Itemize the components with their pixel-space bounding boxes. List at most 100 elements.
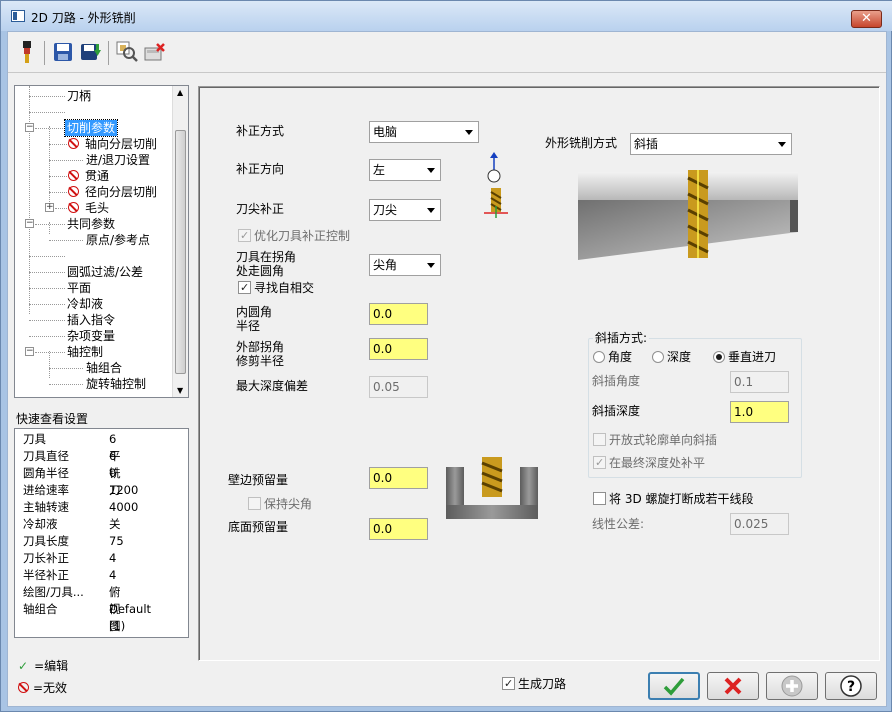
window-title: 2D 刀路 - 外形铣削 xyxy=(31,11,136,25)
save-icon[interactable] xyxy=(50,38,76,66)
invalid-icon xyxy=(68,186,79,197)
comp-dir-label: 补正方向 xyxy=(236,162,285,176)
tree-item-axis-combination[interactable]: 轴组合 xyxy=(86,360,122,376)
ramp-angle-input[interactable]: 0.1 xyxy=(730,371,789,393)
quickview-row: 绘图/刀具... 俯视图 xyxy=(23,585,121,633)
quickview-row: 主轴转速 4000 xyxy=(23,500,139,514)
tree-item-coolant[interactable]: 冷却液 xyxy=(67,296,103,312)
dialog-client: 刀柄 − 切削参数 轴向分层切削 进/退刀设置 贯通 径向分层切削 + 毛头 −… xyxy=(7,31,887,707)
ramp-angle-radio[interactable]: 角度 xyxy=(593,350,632,365)
quickview-row: 刀具 6 平铣刀 xyxy=(23,432,121,497)
comp-type-select[interactable]: 电脑 xyxy=(369,121,479,143)
corner-label-2: 处走圆角 xyxy=(236,264,285,278)
ramp-depth-input[interactable]: 1.0 xyxy=(730,401,789,423)
plus-icon xyxy=(781,675,803,697)
help-icon: ? xyxy=(840,675,862,697)
linear-tol-label: 线性公差: xyxy=(592,517,645,531)
collapse-icon[interactable]: − xyxy=(25,219,34,228)
add-button[interactable] xyxy=(766,672,818,700)
invalid-icon xyxy=(68,170,79,181)
tree-item-lead-in-out[interactable]: 进/退刀设置 xyxy=(86,152,150,168)
tree-item-axis-control[interactable]: 轴控制 xyxy=(67,344,103,360)
wall-stock-input[interactable]: 0.0 xyxy=(369,467,428,489)
outer-trim-input[interactable]: 0.0 xyxy=(369,338,428,360)
toolbar xyxy=(14,38,194,68)
tree-item-linking[interactable]: 共同参数 xyxy=(67,216,115,232)
comp-type-label: 补正方式 xyxy=(236,124,285,138)
quickview-row: 轴组合 Default (1) xyxy=(23,602,152,633)
tree-item-canned-text[interactable]: 插入指令 xyxy=(67,312,115,328)
generate-toolpath-checkbox[interactable]: 生成刀路 xyxy=(502,677,566,692)
corner-label-1: 刀具在拐角 xyxy=(236,250,297,264)
inner-radius-input[interactable]: 0.0 xyxy=(369,303,428,325)
wall-stock-label: 壁边预留量 xyxy=(228,473,289,487)
ramp-group-label: 斜插方式: xyxy=(593,331,650,346)
tool-tip-icon xyxy=(484,188,508,221)
legend-edit: ✓ =编辑 xyxy=(18,659,69,673)
tool-icon[interactable] xyxy=(14,38,40,66)
floor-stock-input[interactable]: 0.0 xyxy=(369,518,428,540)
comp-dir-select[interactable]: 左 xyxy=(369,159,441,181)
max-depth-label: 最大深度偏差 xyxy=(236,379,309,393)
quickview-row: 圆角半径 0 xyxy=(23,466,117,480)
quickview-row: 刀长补正 4 xyxy=(23,551,117,565)
ramp-angle-label: 斜插角度 xyxy=(592,374,641,388)
save-as-icon[interactable] xyxy=(78,38,104,66)
zoom-tool-icon[interactable] xyxy=(114,38,140,66)
roll-corners-select[interactable]: 尖角 xyxy=(369,254,441,276)
delete-icon[interactable] xyxy=(142,38,168,66)
app-icon xyxy=(11,10,25,22)
tree-item-multi-passes[interactable]: 径向分层切削 xyxy=(68,184,157,200)
ok-button[interactable] xyxy=(648,672,700,700)
collapse-icon[interactable]: − xyxy=(25,123,34,132)
tree-item-arc-filter[interactable]: 圆弧过滤/公差 xyxy=(67,264,143,280)
parameter-tree[interactable]: 刀柄 − 切削参数 轴向分层切削 进/退刀设置 贯通 径向分层切削 + 毛头 −… xyxy=(14,85,189,398)
tree-item-tabs[interactable]: 毛头 xyxy=(68,200,109,216)
outer-trim-label-2: 修剪半径 xyxy=(236,354,285,368)
invalid-icon xyxy=(68,202,79,213)
scroll-down-icon[interactable]: ▼ xyxy=(177,386,183,395)
help-button[interactable]: ? xyxy=(825,672,877,700)
tip-comp-select[interactable]: 刀尖 xyxy=(369,199,441,221)
outer-trim-label-1: 外部拐角 xyxy=(236,340,285,354)
invalid-icon xyxy=(68,138,79,149)
keep-sharp-checkbox[interactable]: 保持尖角 xyxy=(248,497,312,512)
stock-to-leave-image xyxy=(446,457,538,522)
tip-comp-label: 刀尖补正 xyxy=(236,202,285,216)
invalid-icon xyxy=(18,682,29,693)
collapse-icon[interactable]: − xyxy=(25,347,34,356)
break-helix-checkbox[interactable]: 将 3D 螺旋打断成若干线段 xyxy=(593,492,754,507)
tree-item-holder[interactable]: 刀柄 xyxy=(67,88,91,104)
expand-icon[interactable]: + xyxy=(45,203,54,212)
ramp-vertical-radio[interactable]: 垂直进刀 xyxy=(713,350,776,365)
cancel-button[interactable] xyxy=(707,672,759,700)
tree-item-misc-values[interactable]: 杂项变量 xyxy=(67,328,115,344)
close-button[interactable]: ✕ xyxy=(851,10,882,28)
title-bar: 2D 刀路 - 外形铣削 ✕ xyxy=(1,1,892,31)
quickview-row: 冷却液关 xyxy=(23,517,121,531)
floor-stock-label: 底面预留量 xyxy=(228,520,289,534)
scroll-up-icon[interactable]: ▲ xyxy=(177,88,183,97)
check-icon xyxy=(663,677,685,696)
tree-item-planes[interactable]: 平面 xyxy=(67,280,91,296)
inner-radius-label-1: 内圆角 xyxy=(236,305,273,319)
contour-type-label: 外形铣削方式 xyxy=(545,136,618,150)
find-intersect-checkbox[interactable]: 寻找自相交 xyxy=(238,281,314,296)
tree-item-break-through[interactable]: 贯通 xyxy=(68,168,109,184)
ramp-preview-image xyxy=(578,170,798,263)
tree-item-depth-cuts[interactable]: 轴向分层切削 xyxy=(68,136,157,152)
tree-item-rotary-axis[interactable]: 旋转轴控制 xyxy=(86,376,146,392)
tree-item-cut-params[interactable]: 切削参数 xyxy=(63,119,119,137)
dialog-window: 2D 刀路 - 外形铣削 ✕ 刀柄 − 切削参数 轴向分层切削 进/退刀设置 贯… xyxy=(0,0,892,712)
contour-type-select[interactable]: 斜插 xyxy=(630,133,792,155)
tree-scrollbar[interactable]: ▲ ▼ xyxy=(172,86,188,397)
tree-item-home-ref[interactable]: 原点/参考点 xyxy=(86,232,150,248)
quickview-label: 快速查看设置 xyxy=(16,412,89,426)
scroll-thumb[interactable] xyxy=(175,130,186,374)
max-depth-input[interactable]: 0.05 xyxy=(369,376,428,398)
final-depth-checkbox[interactable]: 在最终深度处补平 xyxy=(593,456,705,471)
linear-tol-input[interactable]: 0.025 xyxy=(730,513,789,535)
open-contour-checkbox[interactable]: 开放式轮廓单向斜插 xyxy=(593,433,717,448)
optimize-comp-checkbox[interactable]: 优化刀具补正控制 xyxy=(238,229,350,244)
ramp-depth-radio[interactable]: 深度 xyxy=(652,350,691,365)
